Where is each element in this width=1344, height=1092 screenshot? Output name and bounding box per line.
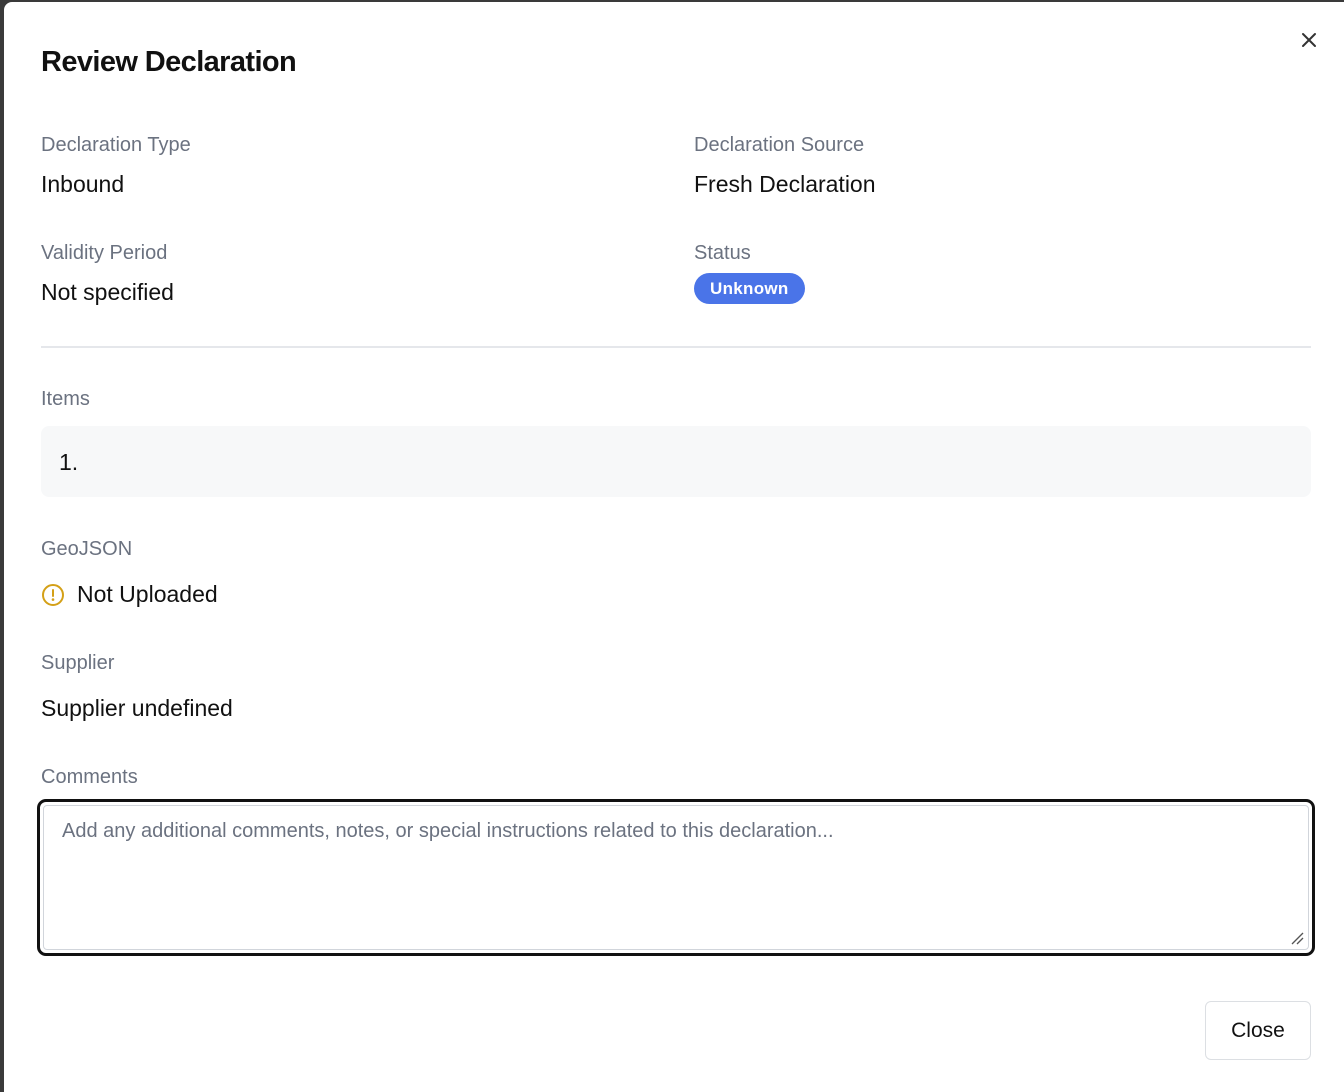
review-declaration-dialog: Review Declaration Declaration Type Inbo… <box>4 2 1344 1092</box>
validity-period-label: Validity Period <box>41 242 168 264</box>
declaration-source-label: Declaration Source <box>694 134 865 156</box>
declaration-type-label: Declaration Type <box>41 134 191 156</box>
dialog-title: Review Declaration <box>41 46 297 78</box>
status-badge: Unknown <box>694 273 805 304</box>
item-number: 1. <box>59 449 79 475</box>
close-button[interactable]: Close <box>1205 1001 1311 1060</box>
close-icon[interactable] <box>1297 28 1321 52</box>
list-item: 1. <box>59 448 78 476</box>
declaration-type-value: Inbound <box>41 171 125 197</box>
items-list-box: 1. <box>41 426 1311 497</box>
supplier-label: Supplier <box>41 652 115 674</box>
declaration-source-value: Fresh Declaration <box>694 171 876 197</box>
comments-field-wrapper <box>37 799 1315 956</box>
validity-period-value: Not specified <box>41 279 174 305</box>
supplier-value: Supplier undefined <box>41 695 233 721</box>
comments-label: Comments <box>41 766 138 788</box>
comments-textarea[interactable] <box>43 805 1309 950</box>
section-divider <box>41 346 1311 348</box>
status-label: Status <box>694 242 751 264</box>
items-label: Items <box>41 388 90 410</box>
resize-grip-icon[interactable] <box>1290 931 1304 945</box>
warning-circle-icon <box>41 583 65 607</box>
geojson-status: Not Uploaded <box>77 581 218 607</box>
geojson-label: GeoJSON <box>41 538 133 560</box>
